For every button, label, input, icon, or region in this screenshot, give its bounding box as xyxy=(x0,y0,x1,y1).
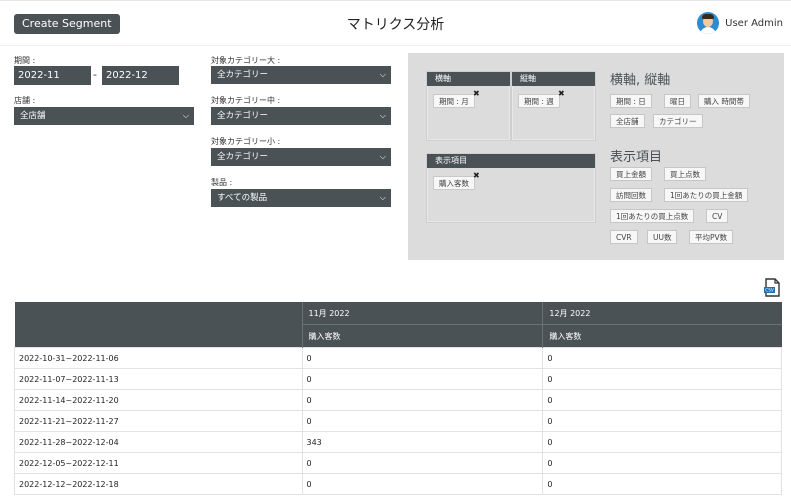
cell-value: 0 xyxy=(542,368,782,390)
user-menu[interactable]: User Admin xyxy=(697,12,783,34)
table-row: 2022-11-28~2022-12-04 343 0 xyxy=(14,431,782,453)
column-header-month: 12月 2022 xyxy=(542,302,782,325)
cell-value: 0 xyxy=(301,368,544,390)
table-row: 2022-10-31~2022-11-06 0 0 xyxy=(14,347,782,369)
row-period: 2022-11-28~2022-12-04 xyxy=(14,431,303,453)
x-axis-chip[interactable]: 期間 : 月 xyxy=(433,94,475,108)
category-mid-label: 対象カテゴリー中 : xyxy=(211,96,281,105)
category-small-select[interactable]: 全カテゴリー ⌵ xyxy=(211,148,391,166)
table-corner-header xyxy=(14,302,302,348)
category-mid-value: 全カテゴリー xyxy=(217,111,269,121)
display-items-header: 表示項目 xyxy=(427,154,595,168)
x-axis-dropzone[interactable]: 横軸 期間 : 月 ✖ xyxy=(426,71,511,141)
period-from-input[interactable]: 2022-11 xyxy=(14,66,91,85)
column-header-metric: 購入客数 xyxy=(542,324,782,348)
cell-value: 0 xyxy=(301,473,544,495)
cell-value: 0 xyxy=(301,452,544,474)
metric-option[interactable]: CVR xyxy=(610,230,638,244)
cell-value: 0 xyxy=(542,473,782,495)
chevron-down-icon: ⌵ xyxy=(379,70,386,79)
period-label: 期間 : xyxy=(14,56,36,65)
matrix-table: 11月 2022 12月 2022 購入客数 購入客数 2022-10-31~2… xyxy=(14,302,782,495)
axes-section-title: 横軸, 縦軸 xyxy=(610,73,671,88)
metric-option[interactable]: 買上金額 xyxy=(610,167,652,181)
chevron-down-icon: ⌵ xyxy=(379,152,386,161)
cell-value: 0 xyxy=(542,431,782,453)
x-axis-header: 横軸 xyxy=(427,72,510,86)
top-bar: Create Segment マトリクス分析 User Admin xyxy=(0,0,791,46)
cell-value: 0 xyxy=(301,389,544,411)
table-row: 2022-12-05~2022-12-11 0 0 xyxy=(14,452,782,474)
cell-value: 0 xyxy=(542,452,782,474)
cell-value: 0 xyxy=(542,389,782,411)
metric-option[interactable]: 買上点数 xyxy=(664,167,706,181)
store-select[interactable]: 全店舗 ⌵ xyxy=(14,107,194,125)
metric-option[interactable]: CV xyxy=(706,209,729,223)
close-icon[interactable]: ✖ xyxy=(473,89,480,98)
row-period: 2022-10-31~2022-11-06 xyxy=(14,347,303,369)
cell-value: 0 xyxy=(542,347,782,369)
svg-text:CSV: CSV xyxy=(765,288,774,293)
matrix-config-panel: 横軸 期間 : 月 ✖ 縦軸 期間 : 週 ✖ 表示項目 購入客数 ✖ 横軸, … xyxy=(408,53,784,260)
avatar xyxy=(697,12,720,34)
table-row: 2022-12-12~2022-12-18 0 0 xyxy=(14,473,782,495)
table-row: 2022-11-21~2022-11-27 0 0 xyxy=(14,410,782,432)
category-large-label: 対象カテゴリー大 : xyxy=(211,56,281,65)
chevron-down-icon: ⌵ xyxy=(182,111,189,120)
axis-option[interactable]: 曜日 xyxy=(664,94,691,108)
row-period: 2022-11-14~2022-11-20 xyxy=(14,389,303,411)
table-row: 2022-11-07~2022-11-13 0 0 xyxy=(14,368,782,390)
chevron-down-icon: ⌵ xyxy=(379,111,386,120)
row-period: 2022-11-07~2022-11-13 xyxy=(14,368,303,390)
close-icon[interactable]: ✖ xyxy=(558,89,565,98)
table-row: 2022-11-14~2022-11-20 0 0 xyxy=(14,389,782,411)
product-label: 製品 : xyxy=(211,178,233,187)
axis-option[interactable]: 全店舗 xyxy=(610,114,645,128)
metric-option[interactable]: 1回あたりの買上点数 xyxy=(610,209,695,223)
store-select-value: 全店舗 xyxy=(20,111,46,121)
period-separator: - xyxy=(93,68,97,81)
product-value: すべての製品 xyxy=(217,193,268,203)
period-to-input[interactable]: 2022-12 xyxy=(102,66,179,85)
category-small-label: 対象カテゴリー小 : xyxy=(211,137,281,146)
axis-option[interactable]: 期間 : 日 xyxy=(610,94,652,108)
category-large-select[interactable]: 全カテゴリー ⌵ xyxy=(211,66,391,84)
column-header-metric: 購入客数 xyxy=(301,324,543,348)
display-items-dropzone[interactable]: 表示項目 購入客数 ✖ xyxy=(426,153,596,223)
chevron-down-icon: ⌵ xyxy=(379,193,386,202)
metric-option[interactable]: 1回あたりの買上金額 xyxy=(664,188,749,202)
y-axis-header: 縦軸 xyxy=(512,72,595,86)
metric-option[interactable]: 訪問回数 xyxy=(610,188,652,202)
category-small-value: 全カテゴリー xyxy=(217,152,269,162)
cell-value: 0 xyxy=(301,347,544,369)
display-item-chip[interactable]: 購入客数 xyxy=(433,176,475,190)
row-period: 2022-12-05~2022-12-11 xyxy=(14,452,303,474)
product-select[interactable]: すべての製品 ⌵ xyxy=(211,189,391,207)
metric-option[interactable]: 平均PV数 xyxy=(689,230,734,244)
cell-value: 343 xyxy=(301,431,544,453)
csv-download-icon[interactable]: CSV xyxy=(763,278,781,302)
cell-value: 0 xyxy=(301,410,544,432)
row-period: 2022-12-12~2022-12-18 xyxy=(14,473,303,495)
row-period: 2022-11-21~2022-11-27 xyxy=(14,410,303,432)
store-label: 店舗 : xyxy=(14,96,36,105)
column-header-month: 11月 2022 xyxy=(301,302,543,325)
metric-option[interactable]: UU数 xyxy=(647,230,678,244)
axis-option[interactable]: カテゴリー xyxy=(653,114,703,128)
close-icon[interactable]: ✖ xyxy=(473,171,480,180)
cell-value: 0 xyxy=(542,410,782,432)
y-axis-chip[interactable]: 期間 : 週 xyxy=(518,94,560,108)
page-title: マトリクス分析 xyxy=(346,17,445,33)
user-name: User Admin xyxy=(725,17,783,29)
category-mid-select[interactable]: 全カテゴリー ⌵ xyxy=(211,107,391,125)
y-axis-dropzone[interactable]: 縦軸 期間 : 週 ✖ xyxy=(511,71,596,141)
metrics-section-title: 表示項目 xyxy=(610,150,663,165)
category-large-value: 全カテゴリー xyxy=(217,70,269,80)
axis-option[interactable]: 購入 時間帯 xyxy=(698,94,750,108)
